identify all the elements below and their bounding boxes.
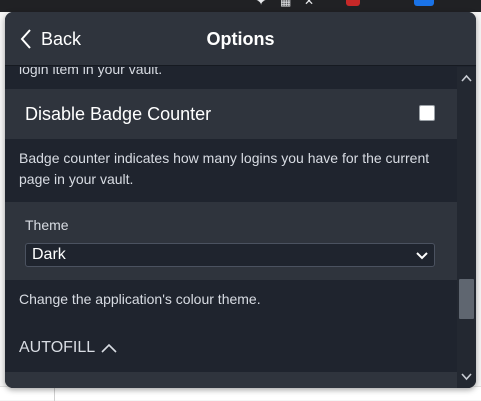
chevron-up-icon — [101, 343, 117, 353]
theme-label: Theme — [25, 217, 69, 233]
page-divider — [54, 387, 55, 401]
browser-toolbar: ✦ ▦ ✕ — [0, 0, 481, 12]
chevron-down-icon — [416, 252, 428, 260]
autofill-section-header[interactable]: AUTOFILL — [19, 339, 117, 357]
badge-counter-row[interactable]: Disable Badge Counter — [5, 89, 457, 139]
badge-counter-checkbox[interactable] — [419, 105, 435, 121]
scroll-thumb[interactable] — [459, 279, 474, 319]
theme-row: Theme Dark — [5, 202, 457, 280]
next-setting-row — [5, 372, 457, 388]
autofill-section-label: AUTOFILL — [19, 339, 96, 356]
scrollbar[interactable] — [457, 67, 476, 388]
grid-icon[interactable]: ▦ — [280, 0, 296, 8]
scroll-up-icon[interactable] — [460, 73, 473, 83]
theme-help: Change the application's colour theme. — [19, 291, 261, 307]
options-popup: Back Options login item in your vault. D… — [5, 12, 476, 388]
bitwarden-extension-icon[interactable] — [414, 0, 434, 6]
popup-header: Back Options — [5, 12, 476, 66]
background-page — [0, 386, 481, 401]
page-title: Options — [206, 29, 275, 49]
theme-select[interactable]: Dark — [25, 243, 435, 267]
options-content: login item in your vault. Disable Badge … — [5, 67, 457, 388]
toolbar-icons: ✦ ▦ ✕ — [256, 0, 434, 8]
badge-counter-help: Badge counter indicates how many logins … — [19, 150, 430, 187]
scroll-down-icon[interactable] — [460, 372, 473, 382]
cut-off-help-text: login item in your vault. — [19, 67, 163, 77]
red-extension-icon[interactable] — [346, 0, 360, 6]
badge-counter-label: Disable Badge Counter — [25, 104, 212, 124]
theme-selected-value: Dark — [32, 246, 66, 263]
extension-icon[interactable]: ✦ — [256, 0, 272, 8]
close-icon[interactable]: ✕ — [304, 0, 320, 8]
